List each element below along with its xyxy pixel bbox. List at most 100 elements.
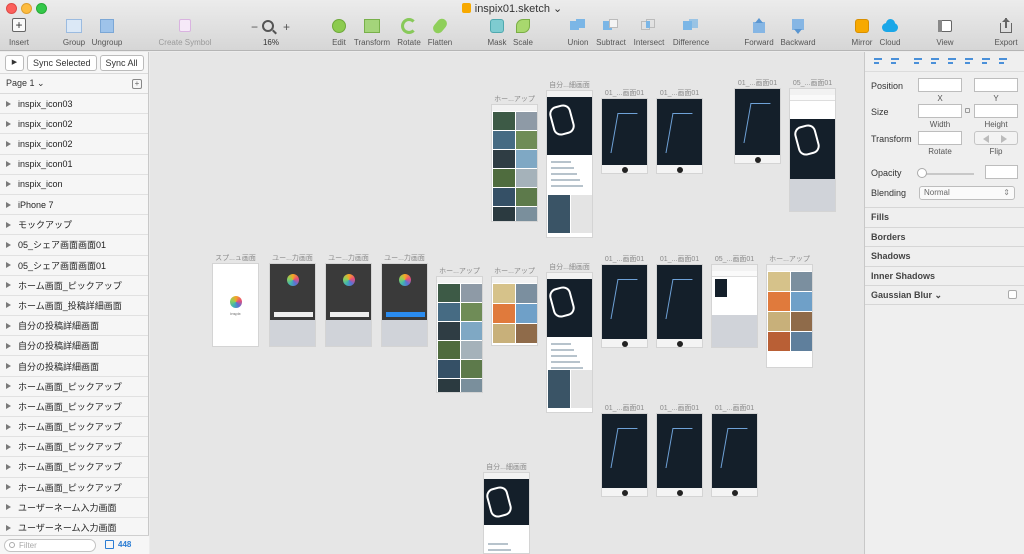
layer-item[interactable]: ホーム画面_ピックアップ xyxy=(0,417,148,438)
layer-item[interactable]: ホーム画面_ピックアップ xyxy=(0,377,148,397)
disclosure-triangle-icon[interactable] xyxy=(6,383,11,390)
artboard-name[interactable]: ホー...アップ xyxy=(491,94,538,104)
layer-item[interactable]: ホーム画面_投稿詳細画面 xyxy=(0,296,148,317)
disclosure-triangle-icon[interactable] xyxy=(6,443,11,450)
artboard-name[interactable]: 自分...細画面 xyxy=(483,462,530,472)
backward-button[interactable]: Backward xyxy=(767,18,829,48)
artboard[interactable]: 01_...画面01 xyxy=(656,405,703,497)
align-middle-icon[interactable] xyxy=(979,56,994,68)
ungroup-button[interactable]: Ungroup xyxy=(76,18,138,48)
sync-selected-button[interactable]: Sync Selected xyxy=(27,54,97,71)
layer-item[interactable]: ホーム画面_ピックアップ xyxy=(0,276,148,296)
artboard[interactable]: ユー...力画面 xyxy=(325,255,372,347)
disclosure-triangle-icon[interactable] xyxy=(6,403,11,410)
artboard-name[interactable]: ユー...力画面 xyxy=(381,253,428,263)
artboard[interactable]: 01_...画面01 xyxy=(601,256,648,348)
opacity-slider-knob[interactable] xyxy=(917,168,927,178)
layer-item[interactable]: ホーム画面_ピックアップ xyxy=(0,437,148,458)
disclosure-triangle-icon[interactable] xyxy=(6,241,11,248)
disclosure-triangle-icon[interactable] xyxy=(6,484,11,491)
flip-horizontal-icon[interactable] xyxy=(983,135,989,143)
align-left-icon[interactable] xyxy=(911,56,926,68)
disclosure-triangle-icon[interactable] xyxy=(6,120,11,127)
sync-all-button[interactable]: Sync All xyxy=(99,54,144,71)
artboard-name[interactable]: 01_...画面01 xyxy=(656,403,703,413)
disclosure-triangle-icon[interactable] xyxy=(6,342,11,349)
opacity-slider-track[interactable] xyxy=(919,173,974,175)
disclosure-triangle-icon[interactable] xyxy=(6,322,11,329)
artboard-name[interactable]: 01_...画面01 xyxy=(656,254,703,264)
distribute-horizontal-icon[interactable] xyxy=(871,56,886,68)
disclosure-triangle-icon[interactable] xyxy=(6,262,11,269)
position-y-input[interactable] xyxy=(974,78,1018,92)
artboard[interactable]: 01_...画面01 xyxy=(656,90,703,174)
artboard[interactable]: ホー...アップ xyxy=(491,268,538,346)
flip-buttons[interactable] xyxy=(974,131,1018,145)
gaussian-blur-section[interactable]: Gaussian Blur ⌄ xyxy=(865,285,1024,305)
align-right-icon[interactable] xyxy=(945,56,960,68)
artboard[interactable]: 01_...画面01 xyxy=(711,405,758,497)
play-button[interactable]: ▶ xyxy=(5,54,24,71)
flip-vertical-icon[interactable] xyxy=(1001,135,1007,143)
artboard-name[interactable]: 05_...画面01 xyxy=(711,254,758,264)
disclosure-triangle-icon[interactable] xyxy=(6,302,11,309)
artboard[interactable]: ユー...力画面 xyxy=(381,255,428,347)
layer-item[interactable]: 自分の投稿詳細画面 xyxy=(0,316,148,337)
artboard[interactable]: 01_...画面01 xyxy=(601,90,648,174)
fills-section[interactable]: Fills xyxy=(865,207,1024,227)
view-button[interactable]: View xyxy=(914,18,976,48)
canvas[interactable]: ホー...アップ 自分...細画面 01_...画面01 01_...画面01 01_.… xyxy=(150,52,864,554)
disclosure-triangle-icon[interactable] xyxy=(6,423,11,430)
artboard-name[interactable]: 自分...細画面 xyxy=(546,262,593,272)
layer-item[interactable]: inspix_icon02 xyxy=(0,134,148,155)
artboard[interactable]: 01_...画面01 xyxy=(734,80,781,164)
create-symbol-button[interactable]: Create Symbol xyxy=(154,18,216,48)
disclosure-triangle-icon[interactable] xyxy=(6,100,11,107)
artboard[interactable]: ホー...アップ xyxy=(766,256,813,368)
lock-icon[interactable] xyxy=(965,108,970,113)
blending-select[interactable]: Normal ⇕ xyxy=(919,186,1015,200)
inner-shadows-section[interactable]: Inner Shadows xyxy=(865,266,1024,286)
disclosure-triangle-icon[interactable] xyxy=(6,524,11,531)
layer-item[interactable]: ホーム画面_ピックアップ xyxy=(0,478,148,498)
artboard[interactable]: 01_...画面01 xyxy=(656,256,703,348)
width-input[interactable] xyxy=(918,104,962,118)
layer-item[interactable]: ホーム画面_ピックアップ xyxy=(0,397,148,417)
layer-item[interactable]: inspix_icon xyxy=(0,175,148,195)
disclosure-triangle-icon[interactable] xyxy=(6,181,11,188)
align-top-icon[interactable] xyxy=(962,56,977,68)
scale-button[interactable]: Scale xyxy=(492,18,554,48)
artboard-name[interactable]: 01_...画面01 xyxy=(601,254,648,264)
artboard-name[interactable]: ホー...アップ xyxy=(436,266,483,276)
cloud-button[interactable]: Cloud xyxy=(859,18,921,48)
artboard[interactable]: 05_...画面01 xyxy=(711,256,758,348)
artboard[interactable]: ユー...力画面 xyxy=(269,255,316,347)
layer-item[interactable]: ユーザーネーム入力画面 xyxy=(0,498,148,518)
align-bottom-icon[interactable] xyxy=(996,56,1011,68)
disclosure-triangle-icon[interactable] xyxy=(6,282,11,289)
difference-button[interactable]: Difference xyxy=(660,18,722,48)
artboard-name[interactable]: ホー...アップ xyxy=(491,266,538,276)
artboard[interactable]: 自分...細画面 xyxy=(546,264,593,413)
shadows-section[interactable]: Shadows xyxy=(865,246,1024,266)
position-x-input[interactable] xyxy=(918,78,962,92)
disclosure-triangle-icon[interactable] xyxy=(6,201,11,208)
disclosure-triangle-icon[interactable] xyxy=(6,504,11,511)
disclosure-triangle-icon[interactable] xyxy=(6,221,11,228)
artboard-name[interactable]: 01_...画面01 xyxy=(601,88,648,98)
layer-item[interactable]: ホーム画面_ピックアップ xyxy=(0,457,148,478)
artboard[interactable]: スプ...ュ画面 inspix xyxy=(212,255,259,347)
artboard-name[interactable]: 01_...画面01 xyxy=(734,78,781,88)
zoom-in-button[interactable]: + xyxy=(283,20,290,34)
disclosure-triangle-icon[interactable] xyxy=(6,363,11,370)
layer-item[interactable]: 自分の投稿詳細画面 xyxy=(0,356,148,377)
layer-item[interactable]: 05_シェア画面画面01 xyxy=(0,235,148,256)
zoom-out-button[interactable]: − xyxy=(251,20,258,34)
artboard-name[interactable]: 自分...細画面 xyxy=(546,80,593,90)
flatten-button[interactable]: Flatten xyxy=(409,16,471,48)
layer-item[interactable]: inspix_icon03 xyxy=(0,94,148,115)
artboard-name[interactable]: ユー...力画面 xyxy=(269,253,316,263)
artboard-name[interactable]: 01_...画面01 xyxy=(711,403,758,413)
gaussian-blur-checkbox[interactable] xyxy=(1008,290,1017,299)
artboard[interactable]: ホー...アップ xyxy=(491,96,538,222)
